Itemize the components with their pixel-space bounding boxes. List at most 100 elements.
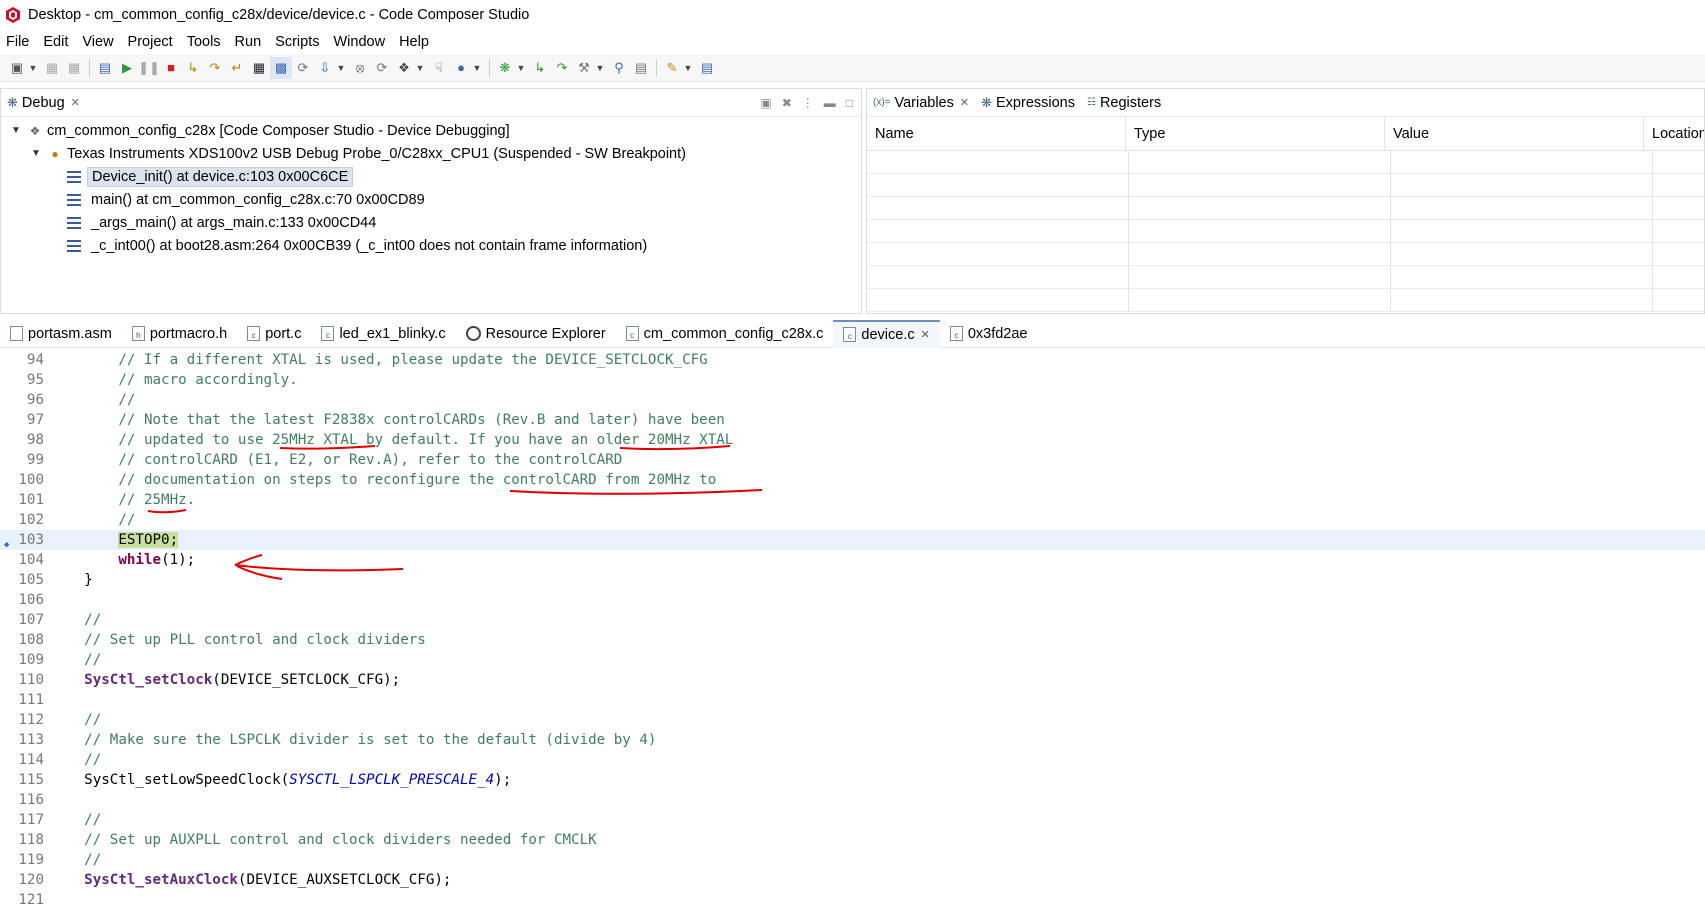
bug-dropdown-icon[interactable]: ▼	[472, 63, 482, 73]
remove-breakpoints-icon[interactable]: ⟳	[371, 57, 393, 79]
step-into-icon[interactable]: ↳	[182, 57, 204, 79]
tools-icon[interactable]: ⚒	[573, 57, 595, 79]
code-line[interactable]: 102 //	[0, 510, 1705, 530]
load-dropdown-icon[interactable]: ▼	[336, 63, 346, 73]
code-line[interactable]: 106	[0, 590, 1705, 610]
menu-help[interactable]: Help	[392, 34, 436, 50]
connect-target-icon[interactable]: ▤	[94, 57, 116, 79]
view-disassembly-icon[interactable]: ▩	[270, 56, 292, 79]
stack-frame-row[interactable]: Device_init() at device.c:103 0x00C6CE	[1, 165, 861, 188]
code-line[interactable]: 110 SysCtl_setClock(DEVICE_SETCLOCK_CFG)…	[0, 670, 1705, 690]
code-line[interactable]: 113 // Make sure the LSPCLK divider is s…	[0, 730, 1705, 750]
editor-tab-portmacro[interactable]: h portmacro.h	[122, 320, 237, 348]
code-line[interactable]: 98 // updated to use 25MHz XTAL by defau…	[0, 430, 1705, 450]
code-line[interactable]: 115 SysCtl_setLowSpeedClock(SYSCTL_LSPCL…	[0, 770, 1705, 790]
tab-variables[interactable]: (x)= Variables ✕	[867, 89, 975, 117]
chevron-down-icon[interactable]: ▼	[9, 125, 23, 136]
code-line[interactable]: 96 //	[0, 390, 1705, 410]
menu-project[interactable]: Project	[121, 34, 180, 50]
pin-icon[interactable]: ✎	[661, 57, 683, 79]
column-header-name[interactable]: Name	[867, 117, 1126, 151]
suspend-icon[interactable]: ❚❚	[138, 57, 160, 79]
code-line[interactable]: 114 //	[0, 750, 1705, 770]
pin-dropdown-icon[interactable]: ▼	[683, 63, 693, 73]
settings-dropdown-icon[interactable]: ▼	[516, 63, 526, 73]
stack-frame-row[interactable]: _c_int00() at boot28.asm:264 0x00CB39 (_…	[1, 234, 861, 257]
chevron-down-icon[interactable]: ▼	[29, 148, 43, 159]
close-icon[interactable]: ✕	[921, 328, 930, 341]
editor-tab-port[interactable]: c port.c	[237, 320, 311, 348]
code-line[interactable]: 94 // If a different XTAL is used, pleas…	[0, 350, 1705, 370]
maximize-icon[interactable]: □	[846, 96, 853, 110]
code-line[interactable]: 100 // documentation on steps to reconfi…	[0, 470, 1705, 490]
close-icon[interactable]: ✕	[960, 96, 969, 109]
code-line[interactable]: 111	[0, 690, 1705, 710]
step-assembly-over-icon[interactable]: ↷	[551, 57, 573, 79]
code-line[interactable]: 112 //	[0, 710, 1705, 730]
code-line[interactable]: 108 // Set up PLL control and clock divi…	[0, 630, 1705, 650]
step-return-icon[interactable]: ↵	[226, 57, 248, 79]
tab-debug[interactable]: ❋ Debug ✕	[1, 89, 86, 117]
console-icon[interactable]: ▤	[630, 57, 652, 79]
code-line[interactable]: 97 // Note that the latest F2838x contro…	[0, 410, 1705, 430]
code-line[interactable]: 116	[0, 790, 1705, 810]
flash-icon[interactable]: ☟	[428, 57, 450, 79]
menu-scripts[interactable]: Scripts	[268, 34, 326, 50]
code-line[interactable]: 121	[0, 890, 1705, 905]
open-perspective-icon[interactable]: ▤	[696, 57, 718, 79]
new-dropdown-icon[interactable]: ▼	[28, 63, 38, 73]
code-line[interactable]: 119 //	[0, 850, 1705, 870]
editor-tab-portasm[interactable]: portasm.asm	[0, 320, 122, 348]
code-line[interactable]: 117 //	[0, 810, 1705, 830]
code-line[interactable]: 95 // macro accordingly.	[0, 370, 1705, 390]
code-line[interactable]: 107 //	[0, 610, 1705, 630]
tab-registers[interactable]: ☷ Registers	[1081, 89, 1167, 117]
code-line[interactable]: 105 }	[0, 570, 1705, 590]
resume-icon[interactable]: ▶	[116, 57, 138, 79]
close-icon[interactable]: ✕	[71, 96, 80, 109]
memory-browser-icon[interactable]: ▦	[248, 57, 270, 79]
tab-expressions[interactable]: ❋ Expressions	[975, 89, 1081, 117]
editor-tab-device-c[interactable]: c device.c ✕	[833, 319, 940, 348]
code-line[interactable]: 104 while(1);	[0, 550, 1705, 570]
stack-frame-row[interactable]: _args_main() at args_main.c:133 0x00CD44	[1, 211, 861, 234]
remove-terminated-icon[interactable]: ✖	[782, 96, 792, 110]
code-line[interactable]: 109 //	[0, 650, 1705, 670]
search-icon[interactable]: ⚲	[608, 57, 630, 79]
debug-settings-icon[interactable]: ❋	[494, 57, 516, 79]
menu-window[interactable]: Window	[326, 34, 392, 50]
save-all-icon[interactable]: ▦	[63, 57, 85, 79]
view-menu-icon[interactable]: ⋮	[802, 96, 814, 110]
load-program-icon[interactable]: ⇩	[314, 57, 336, 79]
debug-dropdown-icon[interactable]: ▼	[415, 63, 425, 73]
minimize-icon[interactable]: ▬	[824, 96, 836, 110]
new-icon[interactable]: ▣	[6, 57, 28, 79]
column-header-type[interactable]: Type	[1126, 117, 1385, 151]
tools-dropdown-icon[interactable]: ▼	[595, 63, 605, 73]
debug-bug-icon[interactable]: ●	[450, 57, 472, 79]
code-editor[interactable]: 94 // If a different XTAL is used, pleas…	[0, 350, 1705, 905]
debug-target-row[interactable]: ▼ ● Texas Instruments XDS100v2 USB Debug…	[1, 142, 861, 165]
step-over-icon[interactable]: ↷	[204, 57, 226, 79]
code-line[interactable]: 118 // Set up AUXPLL control and clock d…	[0, 830, 1705, 850]
menu-run[interactable]: Run	[228, 34, 269, 50]
collapse-all-icon[interactable]: ▣	[760, 96, 771, 110]
editor-tab-led-blinky[interactable]: c led_ex1_blinky.c	[311, 320, 455, 348]
menu-view[interactable]: View	[75, 34, 120, 50]
step-assembly-into-icon[interactable]: ↳	[529, 57, 551, 79]
menu-file[interactable]: File	[0, 34, 36, 50]
code-line[interactable]: 101 // 25MHz.	[0, 490, 1705, 510]
column-header-location[interactable]: Location	[1644, 117, 1704, 151]
code-line[interactable]: 99 // controlCARD (E1, E2, or Rev.A), re…	[0, 450, 1705, 470]
terminate-icon[interactable]: ■	[160, 57, 182, 79]
code-line[interactable]: 103 ◆ ESTOP0;	[0, 530, 1705, 550]
breakpoint-icon[interactable]: ⦻	[349, 57, 371, 79]
editor-tab-resource-explorer[interactable]: Resource Explorer	[456, 320, 616, 348]
editor-tab-cm-common-config[interactable]: c cm_common_config_c28x.c	[616, 320, 834, 348]
menu-edit[interactable]: Edit	[36, 34, 75, 50]
debug-cpu-icon[interactable]: ❖	[393, 57, 415, 79]
stack-frame-row[interactable]: main() at cm_common_config_c28x.c:70 0x0…	[1, 188, 861, 211]
save-icon[interactable]: ▦	[41, 57, 63, 79]
restart-icon[interactable]: ⟳	[292, 57, 314, 79]
editor-tab-address[interactable]: c 0x3fd2ae	[940, 320, 1038, 348]
